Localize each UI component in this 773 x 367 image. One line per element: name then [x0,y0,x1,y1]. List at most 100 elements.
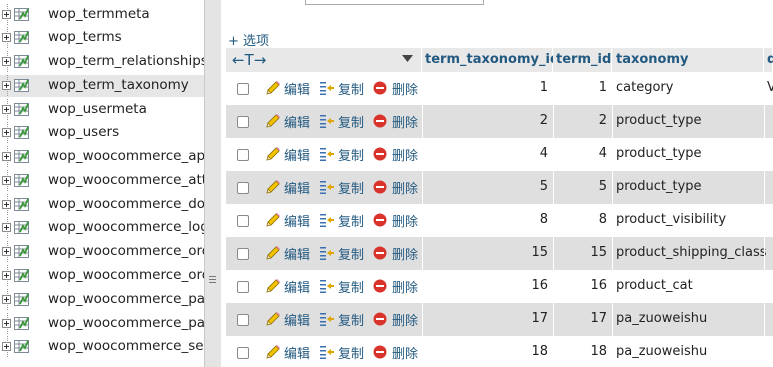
nav-table-item[interactable]: wop_woocommerce_api_ [0,146,204,168]
table-structure-icon[interactable] [14,173,29,188]
expand-plus-icon[interactable] [2,33,11,42]
nav-table-name[interactable]: wop_woocommerce_dow [48,196,204,212]
nav-table-item[interactable]: wop_termmeta [0,4,204,26]
cell-taxonomy[interactable]: category [616,80,673,95]
cell-term-id[interactable]: 16 [556,278,607,293]
expand-plus-icon[interactable] [2,10,11,19]
table-structure-icon[interactable] [14,125,29,140]
nav-table-name[interactable]: wop_users [48,124,119,140]
cell-term-id[interactable]: 15 [556,245,607,260]
cell-term-taxonomy-id[interactable]: 2 [426,113,548,128]
expand-plus-icon[interactable] [2,200,11,209]
expand-plus-icon[interactable] [2,105,11,114]
table-structure-icon[interactable] [14,149,29,164]
cell-taxonomy[interactable]: product_shipping_class [616,245,767,260]
nav-table-name[interactable]: wop_termmeta [48,6,150,22]
nav-table-name[interactable]: wop_woocommerce_ord [48,243,204,259]
cell-term-id[interactable]: 2 [556,113,607,128]
nav-table-item[interactable]: wop_term_taxonomy [0,75,204,97]
row-checkbox[interactable] [237,182,249,194]
cell-taxonomy[interactable]: pa_zuoweishu [616,344,707,359]
cell-term-taxonomy-id[interactable]: 4 [426,146,548,161]
expand-plus-icon[interactable] [2,247,11,256]
nav-table-item[interactable]: wop_woocommerce_pay [0,289,204,311]
expand-plus-icon[interactable] [2,319,11,328]
splitter-grip-icon[interactable] [209,276,216,285]
nav-table-name[interactable]: wop_term_taxonomy [48,77,189,93]
expand-plus-icon[interactable] [2,128,11,137]
row-checkbox[interactable] [237,149,249,161]
nav-table-item[interactable]: wop_users [0,122,204,144]
row-checkbox[interactable] [237,215,249,227]
nav-table-name[interactable]: wop_woocommerce_sess [48,338,204,354]
nav-table-name[interactable]: wop_woocommerce_attr [48,172,204,188]
cell-term-taxonomy-id[interactable]: 1 [426,80,548,95]
nav-table-item[interactable]: wop_term_relationships [0,51,204,73]
cell-term-taxonomy-id[interactable]: 17 [426,311,548,326]
cell-taxonomy[interactable]: product_visibility [616,212,726,227]
row-checkbox[interactable] [237,281,249,293]
cell-taxonomy[interactable]: product_type [616,179,702,194]
cell-term-taxonomy-id[interactable]: 8 [426,212,548,227]
cell-term-id[interactable]: 5 [556,179,607,194]
nav-table-name[interactable]: wop_woocommerce_pay [48,315,204,331]
nav-table-item[interactable]: wop_woocommerce_dow [0,194,204,216]
nav-table-name[interactable]: wop_woocommerce_log [48,219,204,235]
row-checkbox[interactable] [237,347,249,359]
table-structure-icon[interactable] [14,30,29,45]
table-structure-icon[interactable] [14,292,29,307]
cell-taxonomy[interactable]: product_cat [616,278,693,293]
table-structure-icon[interactable] [14,197,29,212]
nav-table-item[interactable]: wop_woocommerce_attr [0,170,204,192]
table-structure-icon[interactable] [14,244,29,259]
cell-term-id[interactable]: 8 [556,212,607,227]
nav-table-item[interactable]: wop_woocommerce_sess [0,336,204,358]
nav-table-item[interactable]: wop_usermeta [0,99,204,121]
sort-dropdown-icon[interactable] [402,55,413,63]
table-structure-icon[interactable] [14,220,29,235]
panel-splitter[interactable] [204,0,221,367]
expand-plus-icon[interactable] [2,57,11,66]
nav-table-item[interactable]: wop_woocommerce_pay [0,313,204,335]
cell-term-taxonomy-id[interactable]: 15 [426,245,548,260]
expand-plus-icon[interactable] [2,223,11,232]
cell-term-id[interactable]: 18 [556,344,607,359]
header-next-column[interactable]: d [764,48,773,72]
row-checkbox[interactable] [237,314,249,326]
table-structure-icon[interactable] [14,102,29,117]
expand-plus-icon[interactable] [2,295,11,304]
nav-table-item[interactable]: wop_woocommerce_log [0,217,204,239]
cell-taxonomy[interactable]: pa_zuoweishu [616,311,707,326]
cell-term-taxonomy-id[interactable]: 18 [426,344,548,359]
table-structure-icon[interactable] [14,54,29,69]
cell-term-id[interactable]: 17 [556,311,607,326]
header-term-id[interactable]: term_id [553,48,612,72]
row-checkbox[interactable] [237,83,249,95]
table-structure-icon[interactable] [14,7,29,22]
expand-plus-icon[interactable] [2,271,11,280]
nav-table-name[interactable]: wop_woocommerce_pay [48,291,204,307]
nav-table-name[interactable]: wop_term_relationships [48,53,204,69]
header-taxonomy[interactable]: taxonomy [612,48,764,72]
nav-table-item[interactable]: wop_woocommerce_ord [0,241,204,263]
nav-table-name[interactable]: wop_woocommerce_api_ [48,148,204,164]
expand-plus-icon[interactable] [2,176,11,185]
cell-term-id[interactable]: 1 [556,80,607,95]
column-resize-arrows-icon[interactable]: ←T→ [232,51,266,69]
table-structure-icon[interactable] [14,78,29,93]
cell-taxonomy[interactable]: product_type [616,146,702,161]
cell-next-column[interactable]: V [767,80,773,95]
expand-plus-icon[interactable] [2,152,11,161]
options-toggle-link[interactable]: + 选项 [228,30,269,49]
search-input[interactable] [305,0,484,5]
header-term-taxonomy-id[interactable]: term_taxonomy_id [422,48,559,72]
cell-term-taxonomy-id[interactable]: 16 [426,278,548,293]
nav-table-item[interactable]: wop_terms [0,27,204,49]
cell-taxonomy[interactable]: product_type [616,113,702,128]
nav-table-item[interactable]: wop_woocommerce_ord [0,265,204,287]
table-structure-icon[interactable] [14,316,29,331]
expand-plus-icon[interactable] [2,81,11,90]
nav-table-name[interactable]: wop_terms [48,29,122,45]
table-structure-icon[interactable] [14,268,29,283]
table-structure-icon[interactable] [14,339,29,354]
